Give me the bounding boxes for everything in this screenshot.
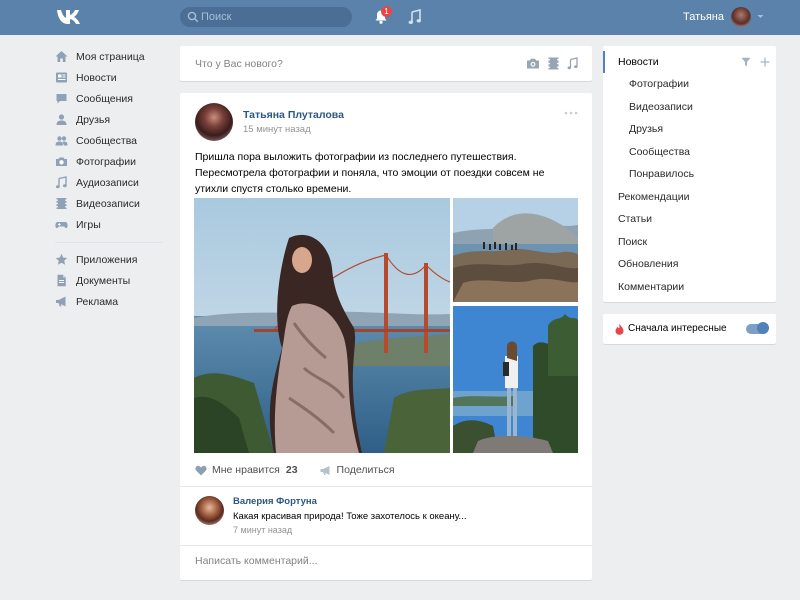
nav-item-label: Новости [76, 71, 117, 84]
nav-item-communities[interactable]: Сообщества [55, 130, 165, 151]
post-time[interactable]: 15 минут назад [243, 124, 311, 135]
right-nav-search[interactable]: Поиск [618, 236, 647, 248]
notifications-badge: 1 [381, 6, 392, 17]
divider [180, 486, 592, 487]
compose-box[interactable]: Что у Вас нового? [180, 46, 592, 81]
nav-item-label: Документы [76, 274, 131, 287]
right-nav-liked[interactable]: Понравилось [629, 168, 694, 180]
camera-icon[interactable] [526, 57, 540, 70]
interesting-first-panel: Сначала интересные [603, 314, 776, 344]
comment-author[interactable]: Валерия Фортуна [233, 496, 317, 507]
nav-item-label: Фотографии [76, 155, 137, 168]
user-name[interactable]: Татьяна [683, 11, 724, 23]
right-nav-comments[interactable]: Комментарии [618, 281, 684, 293]
right-nav-updates[interactable]: Обновления [618, 258, 678, 270]
nav-item-apps[interactable]: Приложения [55, 249, 165, 270]
filter-icon[interactable] [741, 57, 751, 67]
toggle-knob [757, 322, 769, 334]
post-photo-rocks[interactable] [453, 198, 578, 302]
top-bar: 1 Татьяна [0, 0, 800, 35]
nav-item-label: Сообщества [76, 134, 137, 147]
nav-item-my-page[interactable]: Моя страница [55, 46, 165, 67]
camera-icon [56, 157, 67, 166]
avatar[interactable] [731, 7, 751, 27]
communities-icon [55, 136, 68, 146]
nav-item-ads[interactable]: Реклама [55, 291, 165, 312]
compose-placeholder[interactable]: Что у Вас нового? [195, 58, 283, 70]
right-nav-friends[interactable]: Друзья [629, 123, 663, 135]
active-indicator [603, 51, 605, 73]
comment-text: Какая красивая природа! Тоже захотелось … [233, 511, 467, 522]
nav-item-label: Сообщения [76, 92, 133, 105]
document-icon [57, 274, 66, 287]
megaphone-icon [320, 465, 330, 475]
divider [180, 545, 592, 546]
like-button[interactable]: Мне нравится 23 [195, 464, 298, 476]
news-filter-menu: Новости Фотографии Видеозаписи Друзья Со… [603, 46, 776, 302]
search-box[interactable] [180, 7, 352, 27]
home-icon [55, 51, 68, 62]
comment-time[interactable]: 7 минут назад [233, 525, 292, 535]
post-photo-hike[interactable] [453, 306, 578, 453]
messages-icon [56, 94, 67, 104]
post-photo-bridge[interactable] [194, 198, 450, 453]
music-icon [55, 176, 67, 189]
nav-item-label: Аудиозаписи [76, 176, 139, 189]
feed-post: Татьяна Плуталова 15 минут назад Пришла … [180, 93, 592, 580]
video-icon [56, 198, 67, 209]
comment-input[interactable] [195, 555, 575, 567]
right-nav-videos[interactable]: Видеозаписи [629, 101, 693, 113]
nav-item-label: Приложения [76, 253, 138, 266]
nav-item-video[interactable]: Видеозаписи [55, 193, 165, 214]
post-actions: Мне нравится 23 Поделиться [195, 462, 417, 478]
friends-icon [56, 114, 67, 125]
nav-item-messages[interactable]: Сообщения [55, 88, 165, 109]
heart-icon [195, 465, 207, 475]
nav-divider [55, 242, 163, 243]
fire-icon [615, 323, 624, 335]
right-nav-news[interactable]: Новости [618, 56, 659, 68]
nav-item-audio[interactable]: Аудиозаписи [55, 172, 165, 193]
right-nav-articles[interactable]: Статьи [618, 213, 652, 225]
vk-logo-icon[interactable] [56, 9, 82, 25]
gamepad-icon [55, 222, 68, 229]
plus-icon[interactable] [760, 57, 770, 67]
video-icon[interactable] [548, 57, 559, 70]
search-input[interactable] [201, 10, 341, 24]
nav-item-documents[interactable]: Документы [55, 270, 165, 291]
more-options-icon[interactable] [564, 111, 578, 115]
nav-item-label: Моя страница [76, 50, 145, 63]
author-avatar[interactable] [195, 103, 233, 141]
post-text: Пришла пора выложить фотографии из после… [195, 151, 545, 195]
right-nav-communities[interactable]: Сообщества [629, 146, 690, 158]
like-label: Мне нравится [212, 464, 280, 476]
post-author[interactable]: Татьяна Плуталова [243, 109, 344, 121]
nav-item-label: Реклама [76, 295, 119, 308]
share-button[interactable]: Поделиться [320, 464, 395, 476]
share-label: Поделиться [336, 464, 395, 476]
music-icon[interactable] [567, 57, 578, 70]
search-icon [187, 11, 199, 23]
right-nav-photos[interactable]: Фотографии [629, 78, 689, 90]
nav-item-friends[interactable]: Друзья [55, 109, 165, 130]
comment-avatar[interactable] [195, 496, 224, 525]
interesting-label: Сначала интересные [628, 323, 727, 334]
nav-item-label: Видеозаписи [76, 197, 140, 210]
music-icon[interactable] [408, 9, 422, 25]
news-icon [56, 72, 67, 83]
like-count: 23 [285, 464, 298, 476]
chevron-down-icon[interactable] [757, 13, 764, 20]
nav-item-photos[interactable]: Фотографии [55, 151, 165, 172]
megaphone-icon [56, 296, 66, 307]
right-nav-recommendations[interactable]: Рекомендации [618, 191, 690, 203]
left-menu: Моя страница Новости Сообщения Друзья Со… [55, 46, 165, 312]
interesting-toggle[interactable] [746, 322, 769, 334]
nav-item-news[interactable]: Новости [55, 67, 165, 88]
nav-item-games[interactable]: Игры [55, 214, 165, 235]
nav-item-label: Игры [76, 218, 101, 231]
nav-item-label: Друзья [76, 113, 111, 126]
star-icon [55, 253, 68, 265]
